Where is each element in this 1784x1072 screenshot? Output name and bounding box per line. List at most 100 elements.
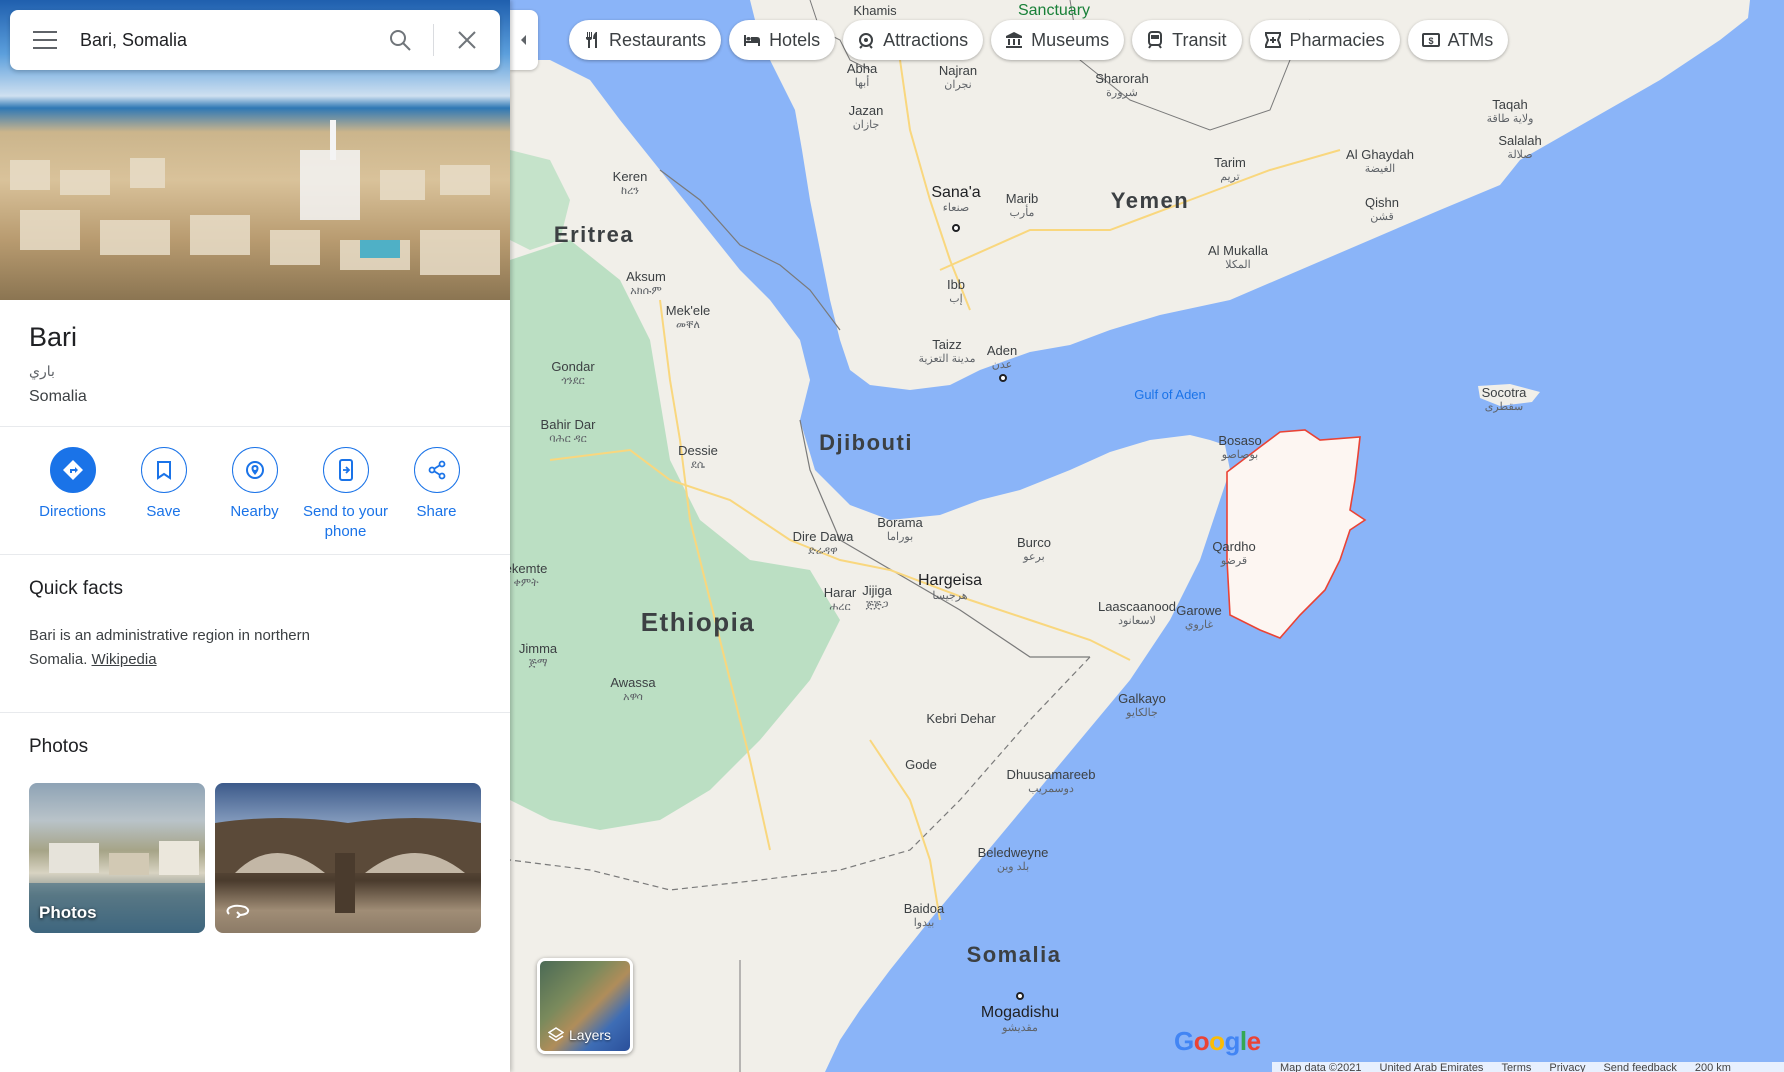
chip-label: ATMs — [1447, 29, 1494, 50]
map-label-kebri-dehar: Kebri Dehar — [926, 711, 996, 726]
menu-button[interactable] — [10, 10, 80, 70]
chip-label: Attractions — [883, 29, 969, 50]
privacy-link[interactable]: Privacy — [1549, 1062, 1585, 1072]
map-label-mekele: Mek'ele መቐለ — [665, 303, 711, 331]
street-view-thumbnail[interactable] — [215, 783, 481, 933]
directions-icon — [62, 460, 83, 480]
map-data-attribution: Map data ©2021 — [1280, 1062, 1362, 1072]
chip-label: Transit — [1172, 29, 1227, 50]
chip-label: Restaurants — [609, 29, 707, 50]
scale-label[interactable]: 200 km — [1695, 1062, 1731, 1072]
chip-transit[interactable]: Transit — [1132, 20, 1242, 60]
map-city-dot — [1016, 992, 1024, 1000]
google-logo-letter: e — [1246, 1026, 1261, 1056]
map-label-baidoa: Baidoa بيدوا — [903, 901, 945, 929]
terms-link[interactable]: Terms — [1501, 1062, 1531, 1072]
map-footer: Map data ©2021 United Arab Emirates Term… — [1272, 1062, 1784, 1072]
map-label-jimma: Jimma ጅማ — [518, 641, 558, 669]
directions-button[interactable]: Directions — [27, 447, 118, 542]
divider — [0, 426, 510, 427]
map-label-mogadishu: Mogadishu مقديشو — [980, 1004, 1060, 1035]
clear-search-button[interactable] — [434, 10, 500, 70]
map-label-ibb: Ibb إب — [946, 277, 966, 305]
send-to-phone-circle — [322, 447, 369, 493]
region-link[interactable]: United Arab Emirates — [1380, 1062, 1484, 1072]
map-base — [510, 0, 1750, 1072]
map-label-taizz: Taizz مدينة التعزية — [918, 337, 976, 365]
wikipedia-link[interactable]: Wikipedia — [92, 651, 157, 668]
map-label-abha: Abha أبها — [846, 61, 878, 89]
map-label-qardho: Qardho قرضو — [1212, 539, 1256, 567]
quick-facts-body: Bari is an administrative region in nort… — [29, 627, 310, 668]
map-label-sanaa: Sana'a صنعاء — [931, 184, 981, 215]
map-label-dire-dawa: Dire Dawa ድሬዳዋ — [792, 529, 854, 557]
directions-label: Directions — [39, 503, 106, 520]
share-button[interactable]: Share — [391, 447, 482, 542]
collapse-panel-button[interactable] — [510, 10, 538, 70]
map-label-jijiga: Jijiga ጅጅጋ — [862, 583, 892, 611]
map-label-eritrea: Eritrea — [553, 222, 635, 247]
map-label-yemen: Yemen — [1110, 188, 1190, 213]
chip-label: Hotels — [769, 29, 821, 50]
quick-facts-heading: Quick facts — [29, 578, 123, 599]
chip-restaurants[interactable]: Restaurants — [569, 20, 722, 60]
search-input[interactable] — [80, 20, 367, 60]
chip-atms[interactable]: $ ATMs — [1407, 20, 1509, 60]
atm-icon: $ — [1421, 31, 1440, 49]
map-label-qishn: Qishn قشن — [1365, 195, 1399, 223]
map-label-laascaanood: Laascaanood لاسعانود — [1097, 599, 1177, 627]
place-panel: Bari باري Somalia Directions Save Nearby — [0, 0, 510, 1072]
map-label-awassa: Awassa አዋሳ — [610, 675, 656, 703]
map-label-borama: Borama بوراما — [877, 515, 923, 543]
share-icon — [428, 460, 445, 480]
map-canvas[interactable]: Sanctuary Khamis Abha أبها Najran نجران Sh… — [510, 0, 1784, 1072]
map-label-bahir-dar: Bahir Dar ባሕር ዳር — [540, 417, 596, 445]
map-label-socotra: Socotra سقطرى — [1481, 385, 1527, 413]
hotel-icon — [743, 31, 761, 49]
category-chips: Restaurants Hotels Attractions Museums T… — [569, 20, 1509, 60]
map-label-garowe: Garowe غاروي — [1176, 603, 1222, 631]
chip-label: Museums — [1031, 29, 1110, 50]
chip-attractions[interactable]: Attractions — [843, 20, 984, 60]
map-label-djibouti: Djibouti — [819, 430, 913, 455]
search-box — [10, 10, 500, 70]
map-label-salalah: Salalah صلالة — [1498, 133, 1542, 161]
layers-button[interactable]: Layers — [537, 958, 633, 1054]
share-label: Share — [416, 503, 457, 520]
map-label-galkayo: Galkayo جالكايو — [1118, 691, 1166, 719]
layers-label: Layers — [569, 1027, 612, 1043]
layers-icon — [548, 1027, 564, 1042]
nearby-label: Nearby — [230, 503, 279, 520]
save-button[interactable]: Save — [118, 447, 209, 542]
map-label-burco: Burco برعو — [1017, 535, 1051, 563]
map-label-jazan: Jazan جازان — [848, 103, 884, 131]
send-feedback-link[interactable]: Send feedback — [1603, 1062, 1676, 1072]
chip-museums[interactable]: Museums — [991, 20, 1125, 60]
google-logo-letter: o — [1209, 1026, 1225, 1056]
nearby-button[interactable]: Nearby — [209, 447, 300, 542]
map-label-al-mukalla: Al Mukalla المكلا — [1208, 243, 1268, 271]
search-icon — [390, 30, 411, 51]
photos-label: Photos — [39, 903, 97, 922]
map-label-ethiopia: Ethiopia — [640, 607, 756, 637]
chip-pharmacies[interactable]: Pharmacies — [1249, 20, 1400, 60]
photos-heading: Photos — [29, 736, 89, 757]
search-button[interactable] — [367, 10, 433, 70]
hero-photo[interactable] — [0, 0, 510, 300]
map-label-sanctuary: Sanctuary — [1017, 2, 1091, 19]
map-label-aksum: Aksum አክሱም — [626, 269, 666, 297]
chip-hotels[interactable]: Hotels — [729, 20, 836, 60]
save-label: Save — [146, 503, 181, 520]
map-city-dot — [999, 374, 1007, 382]
map-label-keren: Keren ከረን — [612, 169, 648, 197]
google-logo-letter: o — [1193, 1026, 1210, 1056]
restaurant-icon — [583, 31, 601, 49]
google-logo-letter: G — [1174, 1026, 1194, 1056]
caret-left-icon — [521, 35, 526, 45]
send-to-phone-icon — [338, 459, 353, 481]
museum-icon — [1005, 31, 1023, 49]
divider — [0, 712, 510, 713]
place-native-name: باري — [29, 363, 55, 379]
photos-thumbnail[interactable]: Photos — [29, 783, 205, 933]
send-to-phone-button[interactable]: Send to your phone — [300, 447, 391, 542]
